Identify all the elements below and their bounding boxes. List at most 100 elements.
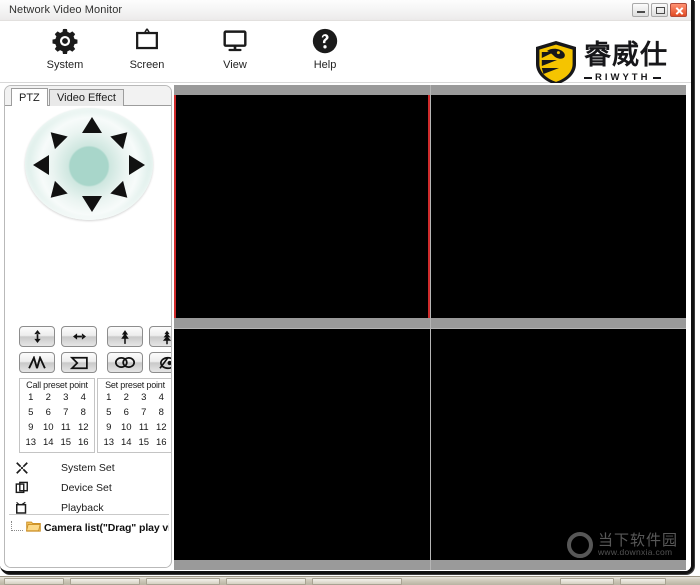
set-preset-5[interactable]: 5 <box>100 406 118 419</box>
tilt-speed-button[interactable] <box>19 326 55 347</box>
ptz-arrow-left-icon[interactable] <box>33 155 49 175</box>
tools-icon <box>11 461 33 475</box>
ptz-arrow-up-icon[interactable] <box>82 117 102 133</box>
ptz-direction-pad[interactable] <box>25 108 153 220</box>
set-preset-4[interactable]: 4 <box>153 391 171 404</box>
set-preset-10[interactable]: 10 <box>118 421 136 434</box>
zoom-in-button[interactable] <box>107 326 143 347</box>
window-title: Network Video Monitor <box>9 4 123 16</box>
brand-name-latin-wrap: RIWYTH <box>584 72 662 83</box>
taskbar-item-5[interactable] <box>312 578 402 585</box>
toolbar-button-system[interactable]: System <box>28 24 102 80</box>
iris-open-icon <box>114 356 136 369</box>
content-area: PTZ Video Effect Call preset point 1 2 3… <box>0 83 691 571</box>
set-preset-8[interactable]: 8 <box>153 406 171 419</box>
video-pane-1[interactable] <box>174 85 430 328</box>
video-pane-2[interactable] <box>430 85 686 328</box>
call-preset-15[interactable]: 15 <box>57 436 75 449</box>
set-preset-14[interactable]: 14 <box>118 436 136 449</box>
call-preset-10[interactable]: 10 <box>40 421 58 434</box>
taskbar-item-2[interactable] <box>70 578 140 585</box>
set-preset-grid: 1 2 3 4 5 6 7 8 9 10 11 12 13 14 15 16 <box>98 390 171 449</box>
call-preset-6[interactable]: 6 <box>40 406 58 419</box>
video-pane-1-titlebar <box>174 85 430 95</box>
brand-wordmark: 睿威仕 RIWYTH <box>584 40 685 86</box>
call-preset-5[interactable]: 5 <box>22 406 40 419</box>
brand-name-cn: 睿威仕 <box>584 40 668 71</box>
call-preset-13[interactable]: 13 <box>22 436 40 449</box>
tab-video-effect[interactable]: Video Effect <box>49 89 124 106</box>
focus-far-button[interactable] <box>61 352 97 373</box>
toolbar-button-help[interactable]: Help <box>288 24 362 80</box>
maximize-button[interactable] <box>651 3 668 17</box>
call-preset-7[interactable]: 7 <box>57 406 75 419</box>
call-preset-11[interactable]: 11 <box>57 421 75 434</box>
taskbar-item-1[interactable] <box>4 578 64 585</box>
toolbar-button-screen[interactable]: Screen <box>110 24 184 80</box>
set-preset-1[interactable]: 1 <box>100 391 118 404</box>
help-icon <box>310 24 340 58</box>
set-preset-16[interactable]: 16 <box>153 436 171 449</box>
menu-label-system-set: System Set <box>61 462 115 474</box>
tab-ptz[interactable]: PTZ <box>11 88 48 106</box>
os-taskbar[interactable] <box>0 576 700 585</box>
application-window: Network Video Monitor System Screen View… <box>0 0 694 574</box>
set-preset-15[interactable]: 15 <box>135 436 153 449</box>
call-preset-4[interactable]: 4 <box>75 391 93 404</box>
iris-close-button[interactable] <box>149 352 171 373</box>
call-preset-2[interactable]: 2 <box>40 391 58 404</box>
set-preset-2[interactable]: 2 <box>118 391 136 404</box>
monitor-icon <box>220 24 250 58</box>
set-preset-3[interactable]: 3 <box>135 391 153 404</box>
call-preset-3[interactable]: 3 <box>57 391 75 404</box>
pan-speed-button[interactable] <box>61 326 97 347</box>
set-preset-9[interactable]: 9 <box>100 421 118 434</box>
set-preset-13[interactable]: 13 <box>100 436 118 449</box>
ptz-arrow-down-left-icon[interactable] <box>44 180 68 205</box>
set-preset-7[interactable]: 7 <box>135 406 153 419</box>
close-button[interactable] <box>670 3 687 17</box>
ptz-control-wrap <box>5 106 171 221</box>
set-preset-11[interactable]: 11 <box>135 421 153 434</box>
ptz-arrow-down-icon[interactable] <box>82 196 102 212</box>
ptz-arrow-right-icon[interactable] <box>129 155 145 175</box>
taskbar-tray-1[interactable] <box>560 578 614 585</box>
ptz-arrow-up-right-icon[interactable] <box>110 125 134 150</box>
camera-list-root-label: Camera list("Drag" play video) <box>44 522 169 534</box>
zoom-out-button[interactable] <box>149 326 171 347</box>
ptz-arrow-down-right-icon[interactable] <box>110 180 134 205</box>
set-preset-6[interactable]: 6 <box>118 406 136 419</box>
toolbar-label-system: System <box>46 59 84 71</box>
ptz-arrow-up-left-icon[interactable] <box>44 125 68 150</box>
set-preset-12[interactable]: 12 <box>153 421 171 434</box>
taskbar-item-4[interactable] <box>226 578 306 585</box>
call-preset-9[interactable]: 9 <box>22 421 40 434</box>
toolbar-button-view[interactable]: View <box>198 24 272 80</box>
video-pane-3[interactable] <box>174 327 430 570</box>
call-preset-12[interactable]: 12 <box>75 421 93 434</box>
taskbar-tray-2[interactable] <box>620 578 666 585</box>
device-icon <box>11 481 33 495</box>
camera-list-root-node[interactable]: Camera list("Drag" play video) <box>11 519 169 537</box>
iris-open-button[interactable] <box>107 352 143 373</box>
eagle-shield-icon <box>533 40 579 86</box>
video-pane-2-titlebar <box>431 85 686 95</box>
iris-close-icon <box>156 356 171 370</box>
taskbar-item-3[interactable] <box>146 578 220 585</box>
video-pane-4-statusbar <box>431 560 686 570</box>
tree-elbow-icon <box>11 521 23 531</box>
menu-item-device-set[interactable]: Device Set <box>11 478 167 498</box>
main-toolbar: System Screen View Help 睿威仕 RIWYTH <box>0 21 691 86</box>
screen-icon <box>132 24 162 58</box>
call-preset-8[interactable]: 8 <box>75 406 93 419</box>
focus-near-button[interactable] <box>19 352 55 373</box>
call-preset-14[interactable]: 14 <box>40 436 58 449</box>
camera-list-tree[interactable]: Camera list("Drag" play video) ◀ ||| ▶ <box>9 515 169 567</box>
video-pane-4[interactable] <box>430 327 686 570</box>
call-preset-16[interactable]: 16 <box>75 436 93 449</box>
call-preset-1[interactable]: 1 <box>22 391 40 404</box>
call-preset-title: Call preset point <box>26 380 88 390</box>
menu-item-system-set[interactable]: System Set <box>11 458 167 478</box>
minimize-button[interactable] <box>632 3 649 17</box>
horizontal-arrows-icon <box>72 330 87 343</box>
